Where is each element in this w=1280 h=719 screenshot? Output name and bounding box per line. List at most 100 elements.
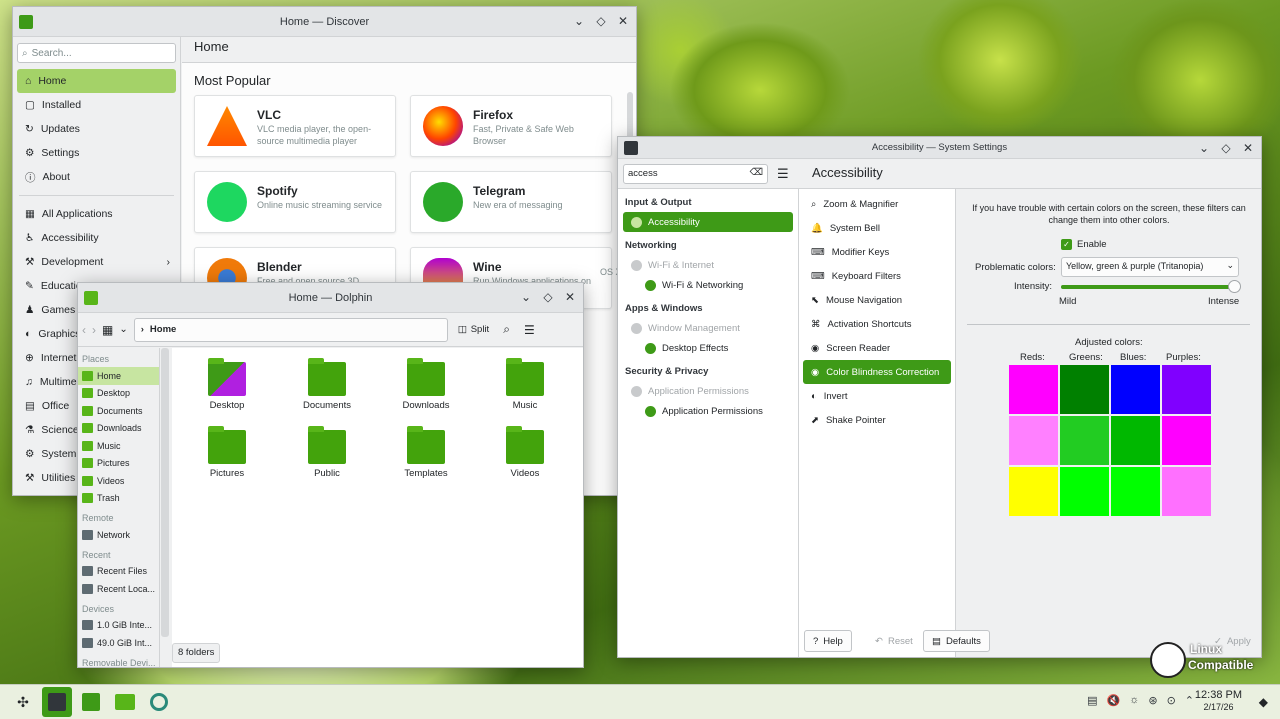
category-icon: ♫ bbox=[25, 376, 33, 388]
brightness-icon[interactable]: ☼ bbox=[1129, 694, 1139, 707]
folder-templates[interactable]: Templates bbox=[391, 426, 461, 479]
location-bar[interactable]: › Home bbox=[133, 317, 448, 342]
split-button[interactable]: ◫ Split bbox=[458, 324, 489, 335]
folder-desktop[interactable]: Desktop bbox=[192, 358, 262, 411]
subpage-item[interactable]: ⌘ Activation Shortcuts bbox=[803, 312, 951, 336]
settings-categories: Input & Output Accessibility Networking Wi-… bbox=[618, 189, 799, 657]
search-icon[interactable]: ⌕ bbox=[503, 322, 510, 337]
place-item[interactable]: 49.0 GiB Int... bbox=[78, 634, 159, 652]
undo-icon: ↶ bbox=[875, 635, 883, 647]
clear-icon[interactable]: ⌫ bbox=[750, 167, 763, 178]
maximize-icon[interactable]: ◇ bbox=[541, 289, 555, 305]
folder-documents[interactable]: Documents bbox=[292, 358, 362, 411]
task-dolphin[interactable] bbox=[110, 687, 140, 717]
place-item[interactable]: Pictures bbox=[78, 455, 159, 473]
folder-music[interactable]: Music bbox=[490, 358, 560, 411]
place-item[interactable]: Videos bbox=[78, 472, 159, 490]
subpage-item[interactable]: ⌨ Keyboard Filters bbox=[803, 264, 951, 288]
place-item[interactable]: Trash bbox=[78, 490, 159, 508]
category-item[interactable]: ⚒ Development › bbox=[17, 250, 176, 274]
place-item[interactable]: Desktop bbox=[78, 385, 159, 403]
clipboard-icon[interactable]: ▤ bbox=[1087, 694, 1097, 707]
subpage-item[interactable]: ◉ Screen Reader bbox=[803, 336, 951, 360]
folder-pictures[interactable]: Pictures bbox=[192, 426, 262, 479]
color-swatch bbox=[1060, 416, 1109, 465]
folder-public[interactable]: Public bbox=[292, 426, 362, 479]
chevron-down-icon[interactable]: ⌄ bbox=[519, 289, 533, 305]
subpage-item[interactable]: ◉ Color Blindness Correction bbox=[803, 360, 951, 384]
place-icon bbox=[82, 583, 93, 594]
subpage-item[interactable]: ◐ Invert bbox=[803, 384, 951, 408]
app-card-vlc[interactable]: VLC VLC media player, the open-source mul… bbox=[194, 95, 396, 157]
nav-item-about[interactable]: ⓘ About bbox=[17, 165, 176, 189]
view-mode-icon[interactable]: ▦ bbox=[102, 323, 113, 337]
intensity-slider[interactable] bbox=[1061, 280, 1241, 293]
reset-button[interactable]: ↶ Reset bbox=[866, 630, 922, 652]
folder-videos[interactable]: Videos bbox=[490, 426, 560, 479]
category-item[interactable]: Application Permissions bbox=[623, 401, 793, 421]
category-item[interactable]: Accessibility bbox=[623, 212, 793, 232]
category-item[interactable]: ♿ Accessibility bbox=[17, 226, 176, 250]
search-input[interactable]: access ⌫ bbox=[623, 164, 768, 184]
chevron-up-icon[interactable]: ⌃ bbox=[1185, 694, 1194, 707]
nav-item-updates[interactable]: ↻ Updates bbox=[17, 117, 176, 141]
volume-muted-icon[interactable]: 🔇 bbox=[1107, 694, 1121, 707]
updates-icon[interactable]: ⊙ bbox=[1167, 694, 1176, 707]
problem-select[interactable]: Yellow, green & purple (Tritanopia) ⌄ bbox=[1061, 257, 1239, 277]
menu-icon[interactable]: ☰ bbox=[524, 323, 535, 337]
place-item[interactable]: Network bbox=[78, 526, 159, 544]
menu-icon[interactable]: ☰ bbox=[777, 166, 789, 182]
peek-desktop-icon[interactable]: ◆ bbox=[1259, 695, 1268, 709]
enable-checkbox[interactable]: ✓ Enable bbox=[1061, 239, 1107, 250]
folder-downloads[interactable]: Downloads bbox=[391, 358, 461, 411]
split-icon: ◫ bbox=[457, 324, 467, 335]
network-icon[interactable]: ⊛ bbox=[1148, 694, 1157, 707]
place-item[interactable]: Recent Loca... bbox=[78, 580, 159, 598]
dolphin-titlebar[interactable]: Home — Dolphin ⌄ ◇ ✕ bbox=[78, 283, 583, 313]
task-browser[interactable] bbox=[144, 687, 174, 717]
app-card-firefox[interactable]: Firefox Fast, Private & Safe Web Browser bbox=[410, 95, 612, 157]
place-item[interactable]: Downloads bbox=[78, 420, 159, 438]
subpage-item[interactable]: ⬈ Shake Pointer bbox=[803, 408, 951, 432]
help-button[interactable]: ? Help bbox=[804, 630, 852, 652]
chevron-down-icon[interactable]: ⌄ bbox=[1197, 140, 1211, 156]
place-item[interactable]: Documents bbox=[78, 402, 159, 420]
place-icon bbox=[82, 475, 93, 486]
chevron-down-icon[interactable]: ⌄ bbox=[572, 13, 586, 29]
back-icon[interactable]: ‹ bbox=[82, 323, 86, 337]
place-item[interactable]: Recent Files bbox=[78, 563, 159, 581]
discover-titlebar[interactable]: Home — Discover ⌄ ◇ ✕ bbox=[13, 7, 636, 37]
scrollbar[interactable] bbox=[161, 348, 169, 637]
task-system-settings[interactable] bbox=[42, 687, 72, 717]
close-icon[interactable]: ✕ bbox=[563, 289, 577, 305]
clock[interactable]: 12:38 PM 2/17/26 bbox=[1195, 689, 1242, 713]
nav-item-settings[interactable]: ⚙ Settings bbox=[17, 141, 176, 165]
subpage-item[interactable]: ⬉ Mouse Navigation bbox=[803, 288, 951, 312]
maximize-icon[interactable]: ◇ bbox=[1219, 140, 1233, 156]
place-item[interactable]: Music bbox=[78, 437, 159, 455]
chevron-down-icon[interactable]: ⌄ bbox=[119, 324, 127, 335]
nav-item-home[interactable]: ⌂ Home bbox=[17, 69, 176, 93]
nav-item-installed[interactable]: ▢ Installed bbox=[17, 93, 176, 117]
category-item[interactable]: Desktop Effects bbox=[623, 338, 793, 358]
close-icon[interactable]: ✕ bbox=[616, 13, 630, 29]
application-launcher[interactable]: ✣ bbox=[8, 687, 38, 717]
place-icon bbox=[82, 370, 93, 381]
place-item[interactable]: 1.0 GiB Inte... bbox=[78, 617, 159, 635]
search-input[interactable]: ⌕ Search... bbox=[17, 43, 176, 63]
place-item[interactable]: Home bbox=[78, 367, 159, 385]
settings-titlebar[interactable]: Accessibility — System Settings ⌄ ◇ ✕ bbox=[618, 137, 1261, 159]
app-card-spotify[interactable]: Spotify Online music streaming service bbox=[194, 171, 396, 233]
close-icon[interactable]: ✕ bbox=[1241, 140, 1255, 156]
slider-handle[interactable] bbox=[1228, 280, 1241, 293]
forward-icon[interactable]: › bbox=[92, 323, 96, 337]
maximize-icon[interactable]: ◇ bbox=[594, 13, 608, 29]
app-card-telegram[interactable]: Telegram New era of messaging bbox=[410, 171, 612, 233]
subpage-item[interactable]: ⌨ Modifier Keys bbox=[803, 240, 951, 264]
task-discover[interactable] bbox=[76, 687, 106, 717]
category-item[interactable]: Wi-Fi & Networking bbox=[623, 275, 793, 295]
subpage-item[interactable]: 🔔 System Bell bbox=[803, 216, 951, 240]
subpage-item[interactable]: ⌕ Zoom & Magnifier bbox=[803, 192, 951, 216]
defaults-button[interactable]: ▤ Defaults bbox=[923, 630, 990, 652]
category-item[interactable]: ▦ All Applications bbox=[17, 202, 176, 226]
